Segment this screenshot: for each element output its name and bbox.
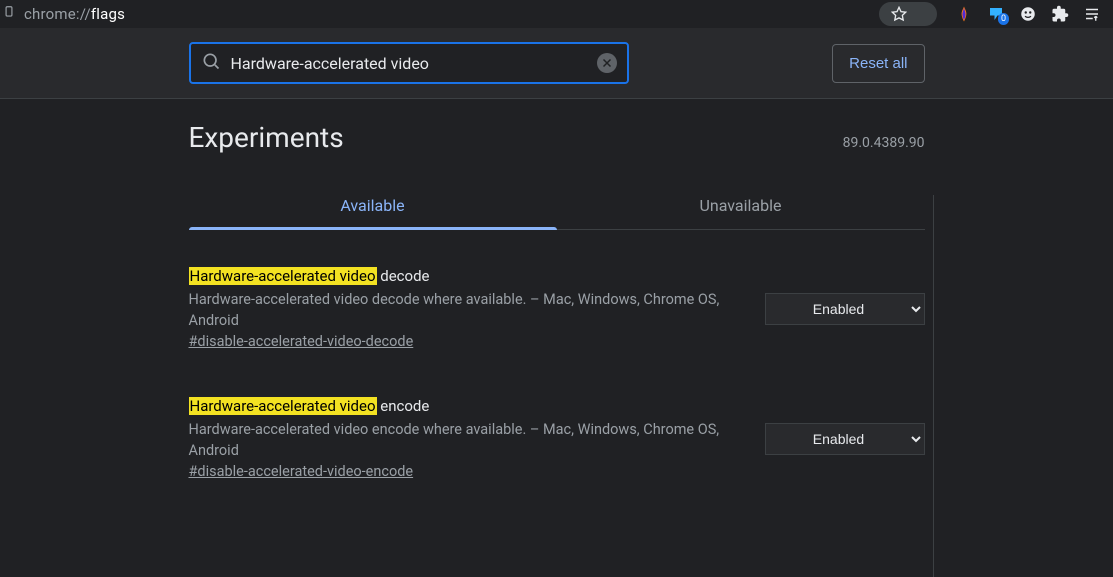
flag-select-decode[interactable]: DefaultEnabledDisabled (765, 293, 925, 325)
flag-title-rest: encode (377, 397, 430, 415)
flag-title: Hardware-accelerated video decode (189, 266, 745, 287)
extension-badge: 0 (998, 13, 1009, 25)
url-scheme: chrome:// (24, 5, 91, 23)
bookmark-star-button[interactable] (879, 2, 937, 26)
reset-all-button[interactable]: Reset all (832, 44, 924, 83)
flags-topbar: Reset all (0, 28, 1113, 99)
reading-list-icon[interactable] (1083, 5, 1101, 23)
flag-hash-link[interactable]: #disable-accelerated-video-decode (189, 333, 414, 350)
search-icon (201, 51, 221, 75)
extension-icon-1[interactable] (955, 5, 973, 23)
flag-title-rest: decode (377, 267, 430, 285)
flag-title-highlight: Hardware-accelerated video (189, 267, 377, 285)
flags-content: Experiments 89.0.4389.90 Available Unava… (189, 99, 925, 577)
search-box (189, 42, 629, 84)
url-bar[interactable]: chrome://flags (24, 5, 871, 23)
flag-row: Hardware-accelerated video encode Hardwa… (189, 396, 925, 482)
extension-toolbar: 0 (945, 5, 1107, 23)
clear-search-button[interactable] (597, 53, 617, 73)
flag-list: Hardware-accelerated video decode Hardwa… (189, 230, 925, 482)
extensions-puzzle-icon[interactable] (1051, 5, 1069, 23)
flag-title: Hardware-accelerated video encode (189, 396, 745, 417)
tabs: Available Unavailable (189, 182, 925, 230)
scrollbar-track[interactable] (933, 195, 934, 577)
tab-unavailable[interactable]: Unavailable (557, 182, 925, 229)
url-path: flags (91, 5, 125, 23)
secure-icon (2, 5, 16, 23)
tab-available[interactable]: Available (189, 182, 557, 229)
search-input[interactable] (231, 54, 587, 73)
page-title: Experiments (189, 121, 344, 154)
flag-description: Hardware-accelerated video decode where … (189, 289, 745, 331)
flag-select-encode[interactable]: DefaultEnabledDisabled (765, 423, 925, 455)
extension-icon-2[interactable]: 0 (987, 5, 1005, 23)
chrome-version: 89.0.4389.90 (843, 135, 925, 151)
flag-hash-link[interactable]: #disable-accelerated-video-encode (189, 463, 414, 480)
extension-icon-3[interactable] (1019, 5, 1037, 23)
flag-description: Hardware-accelerated video encode where … (189, 419, 745, 461)
browser-omnibox-row: chrome://flags 0 (0, 0, 1113, 28)
flag-row: Hardware-accelerated video decode Hardwa… (189, 266, 925, 352)
flag-title-highlight: Hardware-accelerated video (189, 397, 377, 415)
